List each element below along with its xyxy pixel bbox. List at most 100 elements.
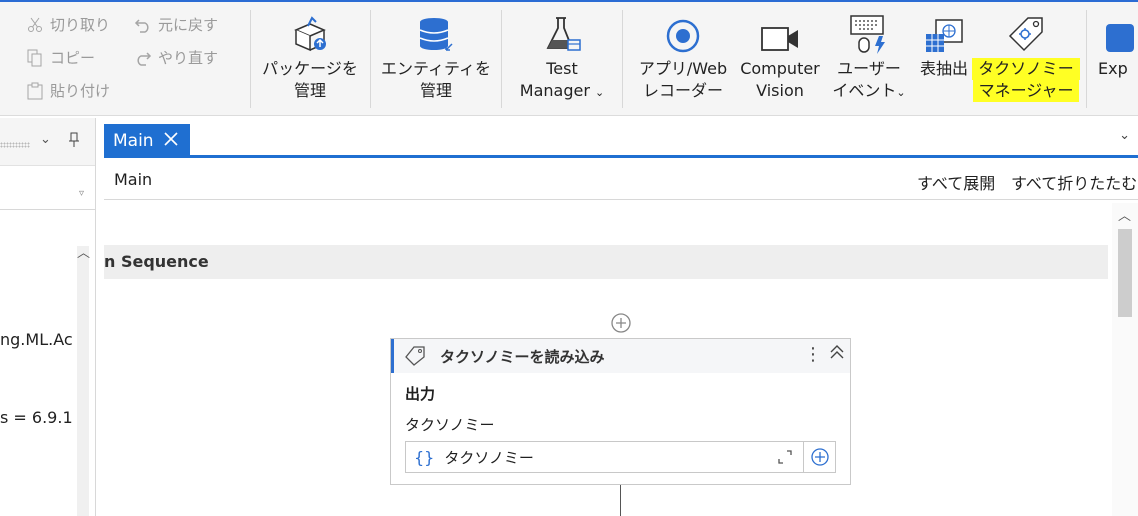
chevron-down-icon[interactable]: ⌄ (1119, 128, 1130, 143)
ribbon-separator (250, 10, 251, 108)
test-manager-button[interactable]: Test Manager ⌄ (512, 10, 612, 110)
chevron-up-icon[interactable]: ︿ (77, 242, 90, 261)
activity-body: 出力 タクソノミー {} タクソノミー (391, 373, 850, 483)
ribbon-separator (501, 10, 502, 108)
manage-entities-line2: 管理 (419, 81, 452, 100)
ribbon: 切り取り 元に戻す コピー やり直す 貼り付け パッケージを 管理 エンティティ… (0, 0, 1138, 116)
redo-label: やり直す (158, 49, 219, 67)
paste-label: 貼り付け (50, 82, 111, 100)
table-extraction-icon (924, 10, 964, 54)
chevron-down-icon: ⌄ (595, 86, 605, 99)
tab-main[interactable]: Main (104, 124, 190, 158)
chevron-down-icon[interactable]: ▿ (79, 188, 84, 199)
paste-button[interactable]: 貼り付け (26, 80, 110, 101)
manage-packages-line1: パッケージを (262, 59, 358, 78)
left-panel-scrollbar[interactable]: ︿ (77, 246, 90, 516)
add-variable-button[interactable] (803, 442, 835, 472)
tag-icon (1006, 10, 1046, 54)
left-panel-header: ⌄ (0, 118, 95, 166)
variable-icon: {} (414, 447, 435, 467)
test-manager-line2-wrap: Manager ⌄ (520, 80, 604, 104)
record-icon (665, 10, 701, 54)
left-panel-text: ng.ML.Ac (0, 330, 73, 349)
undo-button[interactable]: 元に戻す (134, 14, 218, 35)
app-web-recorder-button[interactable]: アプリ/Web レコーダー (634, 10, 732, 110)
scissors-icon (26, 16, 44, 34)
cut-button[interactable]: 切り取り (26, 14, 110, 35)
manage-entities-line1: エンティティを (380, 59, 492, 78)
manage-packages-button[interactable]: パッケージを 管理 (262, 10, 358, 110)
table-extraction-label: 表抽出 (919, 59, 968, 78)
more-icon[interactable]: ⋮ (804, 344, 822, 365)
chevron-down-icon[interactable]: ⌄ (40, 132, 51, 147)
flask-icon (542, 10, 582, 54)
user-events-line1: ユーザー (837, 59, 901, 78)
table-extraction-button[interactable]: 表抽出 (912, 10, 976, 110)
test-manager-line1: Test (546, 59, 578, 78)
taxonomy-manager-button[interactable]: タクソノミー マネージャー (972, 10, 1080, 110)
chevron-down-icon: ⌄ (896, 86, 906, 99)
activity-card[interactable]: タクソノミーを読み込み ⋮ 出力 タクソノミー {} タクソノミー (390, 338, 851, 485)
recorder-line2: レコーダー (642, 81, 723, 100)
sequence-header[interactable]: n Sequence (104, 245, 1108, 279)
manage-entities-button[interactable]: エンティティを 管理 (380, 10, 492, 110)
output-label: 出力 (405, 385, 436, 403)
plus-circle-icon (810, 448, 829, 466)
computer-vision-line2: Vision (756, 81, 804, 100)
collapse-icon[interactable] (830, 344, 844, 364)
collapse-all-link[interactable]: すべて折りたたむ (1011, 170, 1137, 194)
designer-scrollbar[interactable]: ︿ (1112, 203, 1138, 516)
left-panel: ⌄ ▿ ng.ML.Ac s = 6.9.1 ︿ (0, 118, 96, 516)
undo-label: 元に戻す (158, 16, 219, 34)
taxonomy-value: タクソノミー (444, 448, 534, 467)
ribbon-separator (1086, 10, 1087, 108)
copy-label: コピー (50, 49, 96, 67)
export-label: Exp (1098, 59, 1128, 78)
recorder-line1: アプリ/Web (638, 59, 728, 78)
computer-vision-line1: Computer (740, 59, 820, 78)
cut-label: 切り取り (50, 16, 111, 34)
copy-icon (26, 49, 44, 67)
document-area: Main ⌄ Main すべて展開 すべて折りたたむ n Sequence タク… (104, 118, 1138, 516)
scrollbar-thumb[interactable] (1118, 229, 1132, 317)
clipboard-group: 切り取り 元に戻す コピー やり直す 貼り付け (0, 2, 250, 116)
breadcrumb-bar: Main すべて展開 すべて折りたたむ (104, 158, 1138, 200)
taxonomy-field[interactable]: {} タクソノミー (405, 441, 836, 473)
copy-button[interactable]: コピー (26, 47, 95, 68)
undo-icon (134, 16, 152, 34)
chevron-up-icon[interactable]: ︿ (1118, 205, 1131, 224)
tab-strip: Main ⌄ (104, 118, 1138, 158)
export-button[interactable]: Exp (1098, 10, 1138, 110)
left-panel-text: s = 6.9.1 (0, 408, 73, 427)
add-activity-icon[interactable] (610, 312, 632, 338)
pin-icon[interactable] (68, 132, 80, 152)
expand-editor-icon[interactable] (777, 449, 793, 469)
camera-icon (760, 10, 800, 54)
keyboard-mouse-icon (849, 10, 889, 54)
redo-button[interactable]: やり直す (134, 47, 218, 68)
computer-vision-button[interactable]: Computer Vision (734, 10, 826, 110)
left-panel-toolbar: ▿ (0, 166, 95, 210)
drag-grip[interactable] (0, 142, 30, 148)
database-icon (416, 10, 456, 54)
ribbon-separator (622, 10, 623, 108)
activity-header: タクソノミーを読み込み ⋮ (391, 339, 850, 373)
tab-title: Main (113, 131, 154, 151)
clipboard-icon (26, 82, 44, 100)
export-icon (1098, 10, 1138, 54)
manage-packages-line2: 管理 (293, 81, 326, 100)
test-manager-line2: Manager (519, 81, 590, 100)
user-events-line2-wrap: イベント⌄ (832, 80, 905, 104)
taxonomy-manager-line2: マネージャー (972, 80, 1080, 102)
ribbon-separator (370, 10, 371, 108)
taxonomy-label: タクソノミー (405, 416, 495, 434)
connector-line (620, 485, 621, 516)
breadcrumb[interactable]: Main (114, 170, 152, 189)
package-icon (290, 10, 330, 54)
user-events-button[interactable]: ユーザー イベント⌄ (830, 10, 908, 110)
activity-title: タクソノミーを読み込み (440, 348, 605, 366)
designer-canvas: n Sequence タクソノミーを読み込み ⋮ 出力 タクソノミー {} タク… (104, 203, 1138, 516)
sequence-title: n Sequence (104, 252, 209, 271)
close-icon[interactable] (164, 131, 178, 151)
expand-all-link[interactable]: すべて展開 (917, 170, 995, 194)
